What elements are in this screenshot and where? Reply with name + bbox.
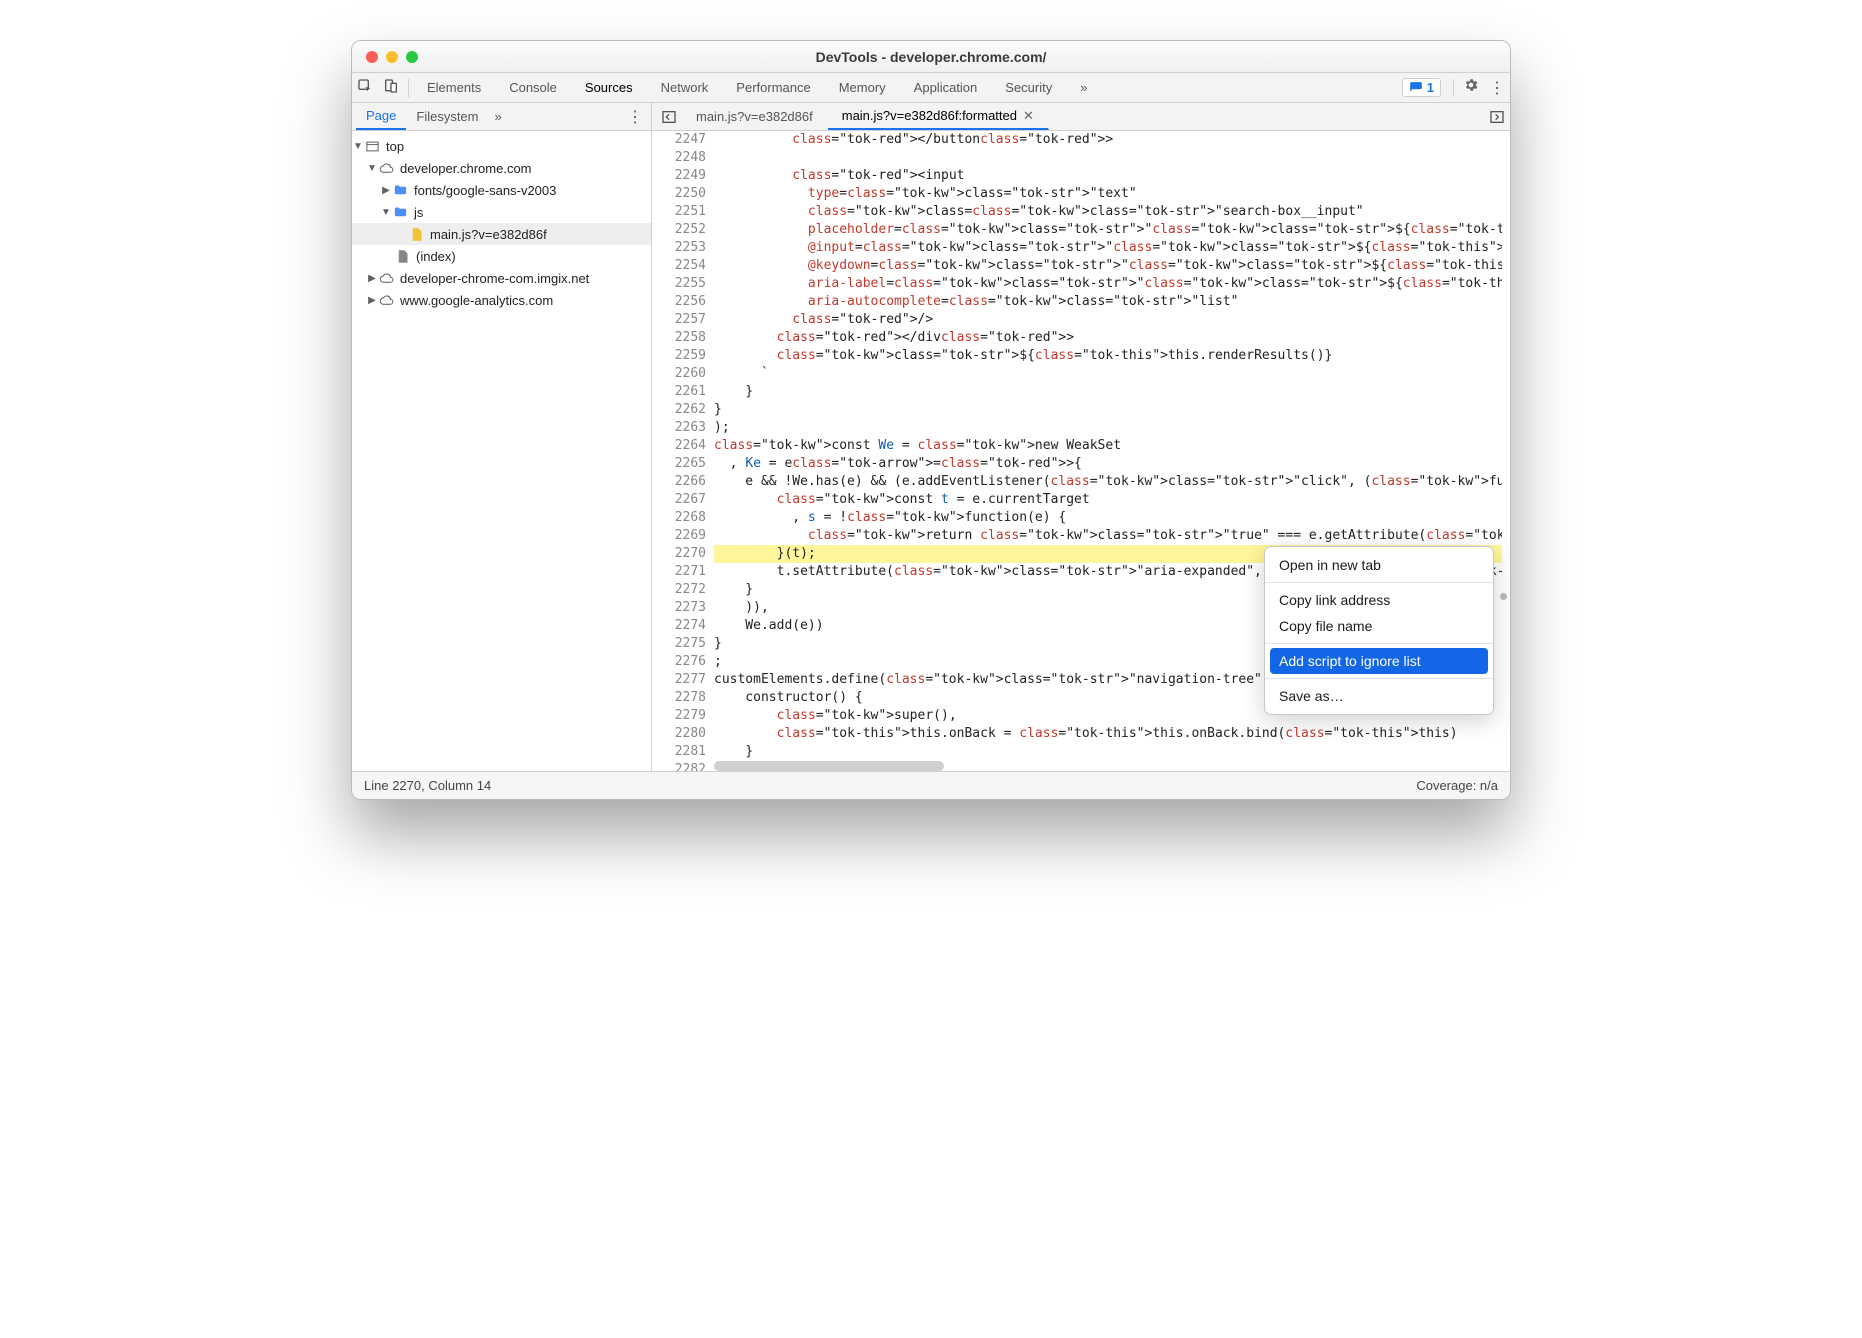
scroll-indicator[interactable] bbox=[1500, 593, 1507, 600]
menu-item-add-ignore-list[interactable]: Add script to ignore list bbox=[1270, 648, 1488, 674]
tree-label: fonts/google-sans-v2003 bbox=[410, 183, 556, 198]
traffic-lights bbox=[352, 51, 418, 63]
tab-memory[interactable]: Memory bbox=[825, 73, 900, 102]
tree-label: (index) bbox=[412, 249, 456, 264]
issues-indicator[interactable]: 1 bbox=[1402, 78, 1441, 97]
editor-tab-label: main.js?v=e382d86f:formatted bbox=[842, 108, 1017, 123]
tree-label: www.google-analytics.com bbox=[396, 293, 553, 308]
line-number-gutter: 2247224822492250225122522253225422552256… bbox=[652, 131, 714, 771]
tree-label: developer.chrome.com bbox=[396, 161, 532, 176]
tab-elements[interactable]: Elements bbox=[413, 73, 495, 102]
navigator-tab-page[interactable]: Page bbox=[356, 103, 406, 130]
tree-row-folder-fonts[interactable]: ▶ fonts/google-sans-v2003 bbox=[352, 179, 651, 201]
navigator-tabbar: Page Filesystem » ⋮ bbox=[352, 103, 652, 130]
tree-row-top[interactable]: ▼ top bbox=[352, 135, 651, 157]
editor-tab-label: main.js?v=e382d86f bbox=[696, 109, 813, 124]
menu-divider bbox=[1265, 678, 1493, 679]
tree-row-domain[interactable]: ▼ developer.chrome.com bbox=[352, 157, 651, 179]
tab-console[interactable]: Console bbox=[495, 73, 571, 102]
secondary-bar: Page Filesystem » ⋮ main.js?v=e382d86f m… bbox=[352, 103, 1510, 131]
tab-sources[interactable]: Sources bbox=[571, 73, 647, 102]
cursor-position: Line 2270, Column 14 bbox=[364, 778, 491, 793]
file-tree: ▼ top ▼ developer.chrome.com ▶ fonts/goo… bbox=[352, 131, 651, 311]
folder-icon bbox=[392, 182, 408, 198]
status-bar: Line 2270, Column 14 Coverage: n/a bbox=[352, 771, 1510, 799]
window-minimize-button[interactable] bbox=[386, 51, 398, 63]
tree-row-file-index[interactable]: (index) bbox=[352, 245, 651, 267]
navigator-more-icon[interactable]: ⋮ bbox=[619, 107, 651, 127]
js-file-icon bbox=[408, 226, 424, 242]
cloud-icon bbox=[378, 160, 394, 176]
editor-tabbar: main.js?v=e382d86f main.js?v=e382d86f:fo… bbox=[652, 103, 1510, 130]
tree-label: main.js?v=e382d86f bbox=[426, 227, 547, 242]
more-menu-icon[interactable]: ⋮ bbox=[1484, 78, 1510, 98]
menu-item-save-as[interactable]: Save as… bbox=[1265, 683, 1493, 709]
tab-application[interactable]: Application bbox=[900, 73, 992, 102]
tabs-overflow[interactable]: » bbox=[1066, 73, 1101, 102]
separator bbox=[408, 79, 409, 97]
inspect-element-icon[interactable] bbox=[352, 78, 378, 97]
tab-network[interactable]: Network bbox=[647, 73, 723, 102]
separator bbox=[1453, 79, 1454, 97]
devtools-window: DevTools - developer.chrome.com/ Element… bbox=[351, 40, 1511, 800]
code-editor[interactable]: 2247224822492250225122522253225422552256… bbox=[652, 131, 1510, 771]
menu-divider bbox=[1265, 643, 1493, 644]
window-title: DevTools - developer.chrome.com/ bbox=[352, 49, 1510, 65]
editor-tab-formatted[interactable]: main.js?v=e382d86f:formatted ✕ bbox=[828, 103, 1049, 130]
tree-row-file-mainjs[interactable]: main.js?v=e382d86f bbox=[352, 223, 651, 245]
navigator-sidebar: ▼ top ▼ developer.chrome.com ▶ fonts/goo… bbox=[352, 131, 652, 771]
devtools-tabbar: Elements Console Sources Network Perform… bbox=[352, 73, 1510, 103]
cloud-icon bbox=[378, 292, 394, 308]
menu-item-copy-link[interactable]: Copy link address bbox=[1265, 587, 1493, 613]
toggle-debugger-icon[interactable] bbox=[1484, 103, 1510, 130]
menu-item-copy-filename[interactable]: Copy file name bbox=[1265, 613, 1493, 639]
context-menu: Open in new tab Copy link address Copy f… bbox=[1264, 546, 1494, 715]
tree-row-folder-js[interactable]: ▼ js bbox=[352, 201, 651, 223]
window-zoom-button[interactable] bbox=[406, 51, 418, 63]
navigator-tab-filesystem[interactable]: Filesystem bbox=[406, 103, 488, 130]
cloud-icon bbox=[378, 270, 394, 286]
document-icon bbox=[394, 248, 410, 264]
tab-security[interactable]: Security bbox=[991, 73, 1066, 102]
close-icon[interactable]: ✕ bbox=[1023, 108, 1034, 124]
settings-gear-icon[interactable] bbox=[1458, 77, 1484, 98]
frame-icon bbox=[364, 138, 380, 154]
titlebar: DevTools - developer.chrome.com/ bbox=[352, 41, 1510, 73]
tab-performance[interactable]: Performance bbox=[722, 73, 824, 102]
device-toolbar-icon[interactable] bbox=[378, 78, 404, 97]
tree-row-domain-imgix[interactable]: ▶ developer-chrome-com.imgix.net bbox=[352, 267, 651, 289]
coverage-status: Coverage: n/a bbox=[1416, 778, 1498, 793]
navigator-overflow[interactable]: » bbox=[489, 109, 508, 124]
tree-label: developer-chrome-com.imgix.net bbox=[396, 271, 589, 286]
tree-row-domain-ga[interactable]: ▶ www.google-analytics.com bbox=[352, 289, 651, 311]
menu-divider bbox=[1265, 582, 1493, 583]
body: ▼ top ▼ developer.chrome.com ▶ fonts/goo… bbox=[352, 131, 1510, 771]
horizontal-scrollbar[interactable] bbox=[714, 761, 944, 771]
issues-count: 1 bbox=[1427, 80, 1434, 95]
menu-item-open-new-tab[interactable]: Open in new tab bbox=[1265, 552, 1493, 578]
editor-tab-original[interactable]: main.js?v=e382d86f bbox=[682, 103, 828, 130]
window-close-button[interactable] bbox=[366, 51, 378, 63]
folder-icon bbox=[392, 204, 408, 220]
tree-label: top bbox=[382, 139, 404, 154]
nav-history-icon[interactable] bbox=[656, 103, 682, 130]
tree-label: js bbox=[410, 205, 423, 220]
